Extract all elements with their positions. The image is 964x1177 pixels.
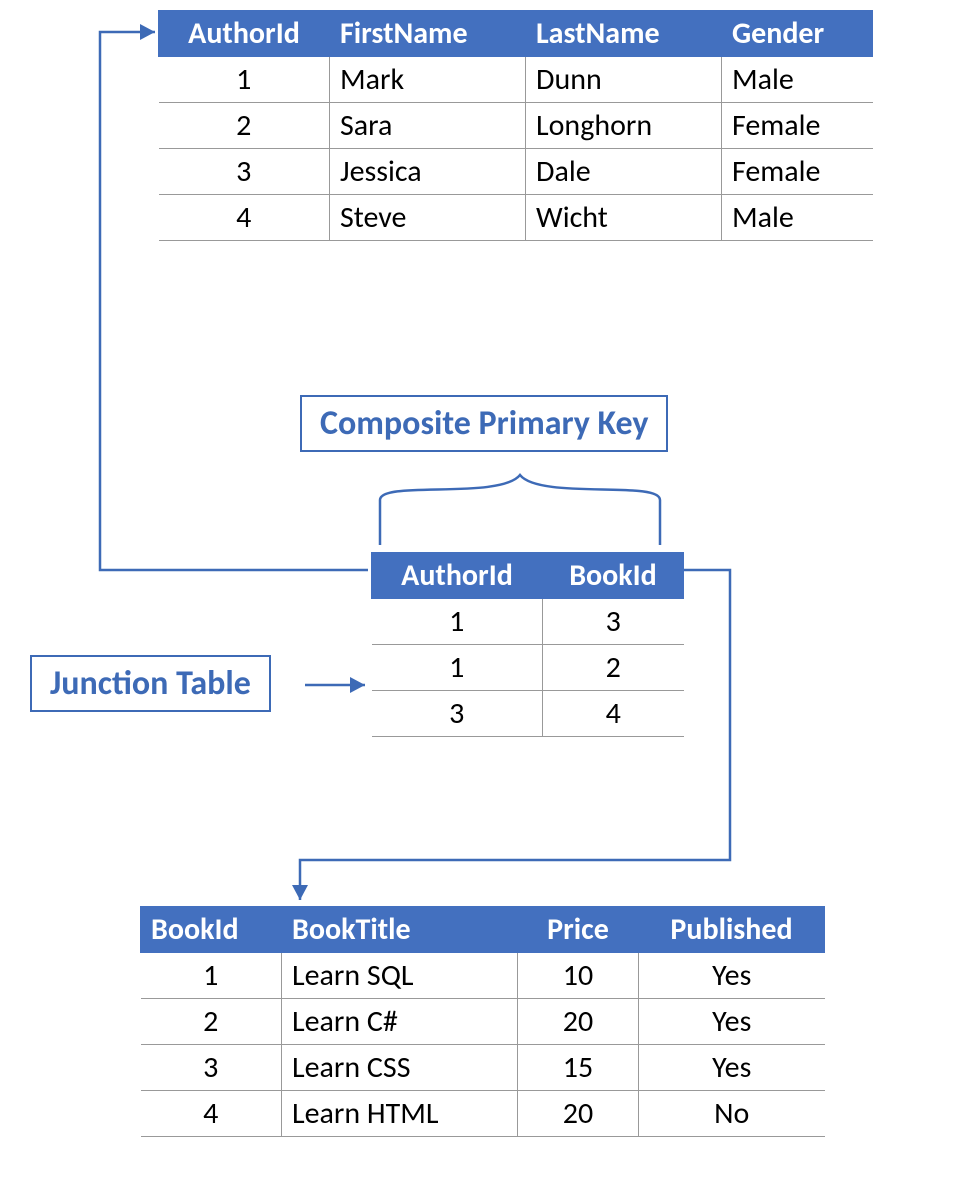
table-row: 3Learn CSS15Yes: [141, 1045, 825, 1091]
table-row: 4Learn HTML20No: [141, 1091, 825, 1137]
col-price: Price: [518, 907, 639, 953]
col-lastname: LastName: [526, 11, 722, 57]
books-table: BookId BookTitle Price Published 1Learn …: [140, 906, 825, 1137]
composite-primary-key-label: Composite Primary Key: [300, 395, 668, 452]
table-row: 4SteveWichtMale: [159, 195, 873, 241]
table-header-row: AuthorId FirstName LastName Gender: [159, 11, 873, 57]
table-row: 34: [372, 691, 684, 737]
table-row: 1Learn SQL10Yes: [141, 953, 825, 999]
col-booktitle: BookTitle: [282, 907, 518, 953]
table-header-row: BookId BookTitle Price Published: [141, 907, 825, 953]
junction-table-label: Junction Table: [30, 655, 271, 712]
junction-table: AuthorId BookId 13 12 34: [371, 552, 684, 737]
col-published: Published: [639, 907, 825, 953]
table-row: 1MarkDunnMale: [159, 57, 873, 103]
col-bookid: BookId: [141, 907, 282, 953]
col-gender: Gender: [722, 11, 873, 57]
table-row: 12: [372, 645, 684, 691]
col-firstname: FirstName: [330, 11, 526, 57]
table-row: 2SaraLonghornFemale: [159, 103, 873, 149]
col-authorid: AuthorId: [159, 11, 330, 57]
table-header-row: AuthorId BookId: [372, 553, 684, 599]
col-bookid: BookId: [543, 553, 684, 599]
table-row: 13: [372, 599, 684, 645]
table-row: 3JessicaDaleFemale: [159, 149, 873, 195]
table-row: 2Learn C#20Yes: [141, 999, 825, 1045]
col-authorid: AuthorId: [372, 553, 543, 599]
authors-table: AuthorId FirstName LastName Gender 1Mark…: [158, 10, 873, 241]
